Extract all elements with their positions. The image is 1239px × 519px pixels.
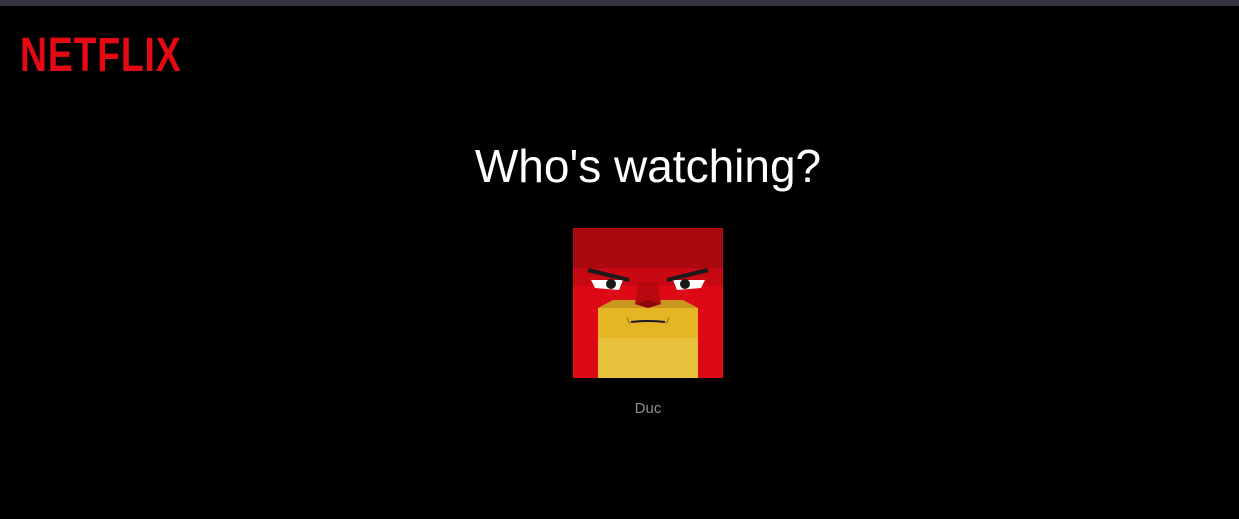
red-hooded-hero-avatar-icon[interactable]	[573, 228, 723, 378]
netflix-logo[interactable]: NETFLIX	[20, 32, 181, 80]
profile-card-duc[interactable]: Duc	[573, 228, 723, 418]
profile-name[interactable]: Duc	[573, 400, 723, 418]
page-title: Who's watching?	[474, 140, 822, 192]
profile-selection-page: NETFLIX Who's watching? Duc	[0, 0, 1239, 519]
top-strip	[0, 0, 1239, 6]
